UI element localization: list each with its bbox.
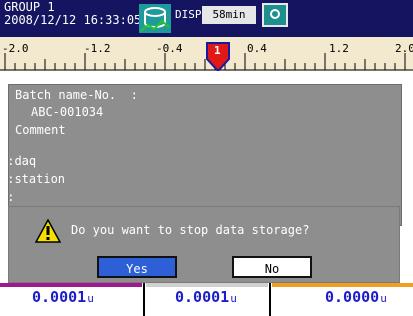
confirm-dialog: Do you want to stop data storage? Yes No (8, 206, 400, 283)
reading-unit: u (380, 292, 387, 305)
yes-button[interactable]: Yes (97, 256, 177, 278)
reading-unit: u (87, 292, 94, 305)
batch-value: ABC-001034 (31, 105, 104, 119)
marker-number: 1 (214, 44, 221, 57)
memory-drum-icon (139, 4, 171, 33)
channel-color-strip (0, 283, 142, 287)
batch-info-panel: Batch name-No. : ABC-001034 Comment (8, 84, 402, 226)
channel-color-strip (146, 283, 268, 287)
snapshot-icon[interactable] (262, 3, 288, 27)
divider (269, 283, 271, 316)
group-name: GROUP 1 (4, 0, 55, 14)
reading-value: 0.0000 (325, 288, 380, 306)
reading-value: 0.0001 (32, 288, 87, 306)
scale-label: -2.0 (2, 42, 29, 55)
reading-value: 0.0001 (175, 288, 230, 306)
reading-unit: u (230, 292, 237, 305)
datetime: 2008/12/12 16:33:05 (4, 13, 142, 27)
comment-line-text: :station (7, 172, 66, 186)
comment-label: Comment (15, 123, 66, 137)
channel-color-strip (272, 283, 413, 287)
comment-line: 3: (0, 190, 14, 204)
scale-label: 2.0 (395, 42, 413, 55)
status-bar: GROUP 1 2008/12/12 16:33:05 DISP 58min (0, 0, 413, 37)
scale-label: -1.2 (84, 42, 111, 55)
comment-line: 1:daq (0, 154, 36, 168)
scale-label: 0.4 (247, 42, 267, 55)
disp-label: DISP (175, 8, 202, 21)
comment-line-text: : (7, 190, 15, 204)
dialog-message: Do you want to stop data storage? (71, 223, 310, 237)
readings-bar: 0.0001u 0.0001u 0.0000u (0, 283, 413, 316)
comment-line-text: :daq (7, 154, 37, 168)
channel-reading: 0.0001u (32, 288, 94, 306)
scale-label: 1.2 (329, 42, 349, 55)
comment-line: 2:station (0, 172, 65, 186)
interval-box[interactable]: 58min (202, 6, 256, 24)
warning-icon (35, 219, 61, 243)
group-datetime: GROUP 1 2008/12/12 16:33:05 (4, 1, 141, 27)
channel-reading: 0.0001u (175, 288, 237, 306)
no-button[interactable]: No (232, 256, 312, 278)
channel-reading: 0.0000u (325, 288, 387, 306)
batch-label: Batch name-No. : (15, 88, 138, 102)
divider (143, 283, 145, 316)
scale-label: -0.4 (156, 42, 183, 55)
